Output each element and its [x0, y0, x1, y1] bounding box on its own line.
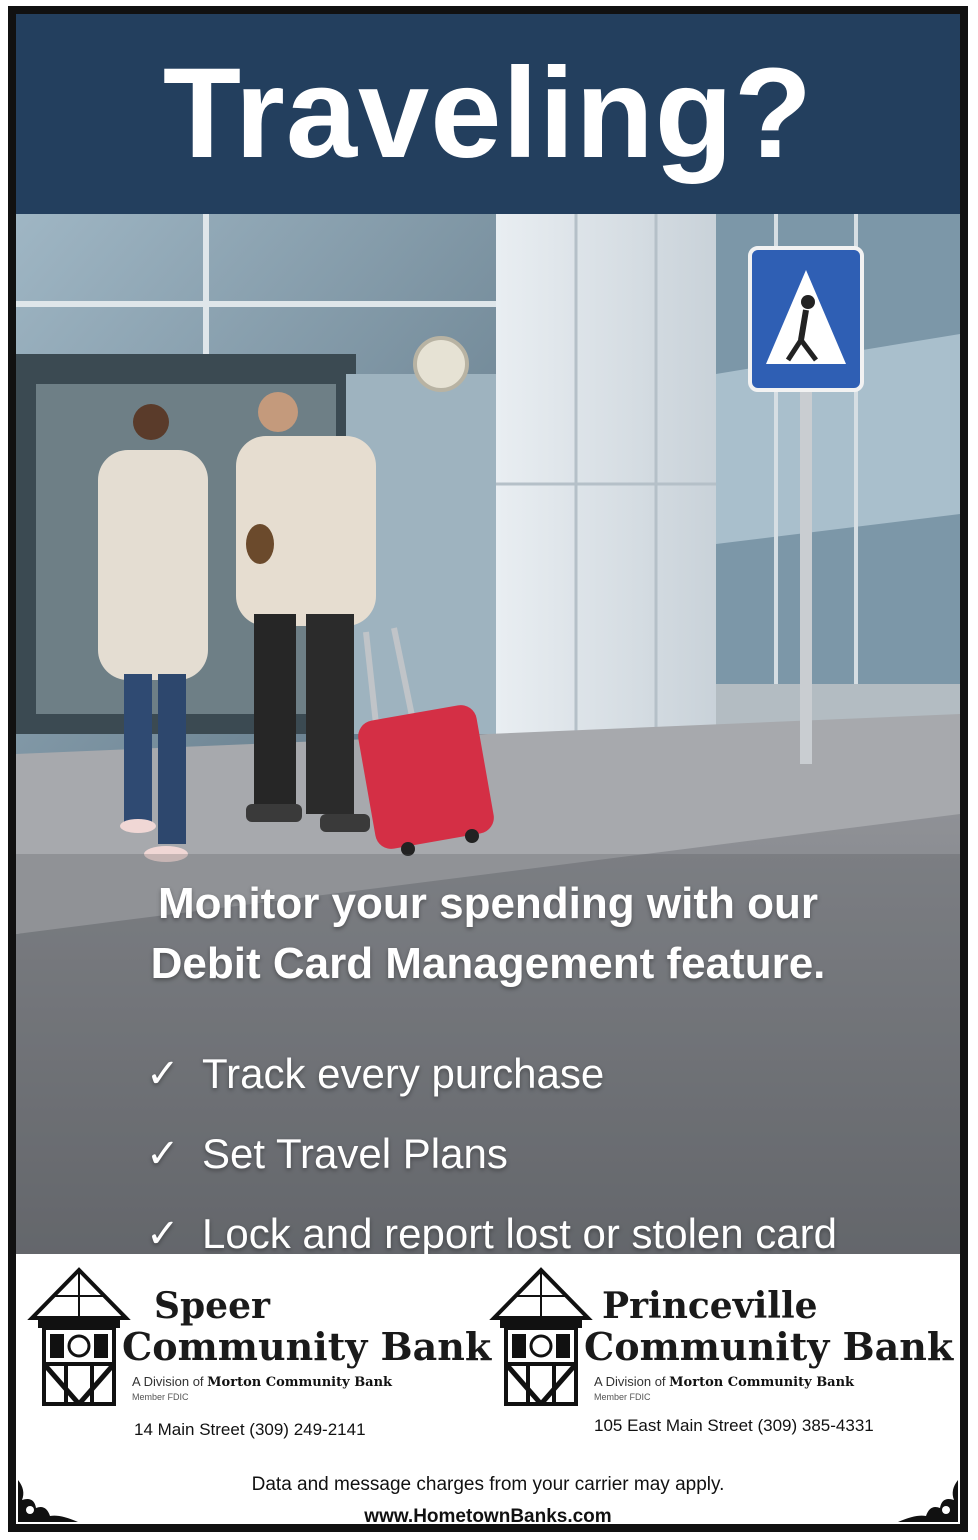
feature-text: Track every purchase — [202, 1050, 605, 1097]
division-prefix: A Division of — [132, 1374, 204, 1389]
promo-message: Monitor your spending with our Debit Car… — [16, 874, 960, 994]
bank-name-line-1: Princeville — [602, 1285, 818, 1327]
website-link[interactable]: www.HometownBanks.com — [16, 1506, 960, 1524]
feature-item: ✓ Lock and report lost or stolen card — [146, 1194, 946, 1254]
bank-name-line-1: Speer — [154, 1285, 270, 1327]
carrier-disclaimer: Data and message charges from your carri… — [251, 1474, 725, 1495]
bank-division: A Division of Morton Community Bank — [594, 1374, 854, 1390]
bank-princeville: Princeville Community Bank A Division of… — [486, 1266, 953, 1436]
clock-tower-logo-icon — [489, 1267, 593, 1406]
footer: Speer Community Bank A Division of Morto… — [16, 1254, 960, 1524]
ornament-corner-icon — [898, 1480, 958, 1522]
feature-item: ✓ Track every purchase — [146, 1034, 946, 1114]
division-prefix: A Division of — [594, 1374, 666, 1389]
bank-speer: Speer Community Bank A Division of Morto… — [24, 1266, 491, 1439]
ornament-corner-icon — [18, 1480, 78, 1522]
check-icon: ✓ — [146, 1132, 180, 1176]
promo-line-2: Debit Card Management feature. — [150, 939, 826, 988]
division-name: Morton Community Bank — [669, 1375, 855, 1390]
feature-text: Set Travel Plans — [202, 1130, 508, 1177]
check-icon: ✓ — [146, 1212, 180, 1254]
header-banner: Traveling? — [16, 14, 960, 214]
clock-tower-logo-icon — [27, 1267, 131, 1406]
feature-list: ✓ Track every purchase ✓ Set Travel Plan… — [146, 1034, 946, 1254]
advertisement: Traveling? Monitor your spending with ou… — [8, 6, 968, 1532]
headline: Traveling? — [162, 42, 814, 185]
bank-address: 105 East Main Street (309) 385-4331 — [594, 1416, 874, 1435]
bank-address: 14 Main Street (309) 249-2141 — [134, 1420, 366, 1439]
bank-name-line-2: Community Bank — [122, 1324, 492, 1369]
feature-text: Lock and report lost or stolen card — [202, 1210, 838, 1254]
promo-line-1: Monitor your spending with our — [158, 879, 818, 928]
bank-name-line-2: Community Bank — [584, 1324, 954, 1369]
travel-photo: Monitor your spending with our Debit Car… — [16, 214, 960, 1254]
bank-division: A Division of Morton Community Bank — [132, 1374, 392, 1390]
member-fdic: Member FDIC — [594, 1392, 651, 1402]
feature-item: ✓ Set Travel Plans — [146, 1114, 946, 1194]
member-fdic: Member FDIC — [132, 1392, 189, 1402]
division-name: Morton Community Bank — [207, 1375, 393, 1390]
check-icon: ✓ — [146, 1052, 180, 1096]
red-suitcase — [358, 705, 494, 849]
